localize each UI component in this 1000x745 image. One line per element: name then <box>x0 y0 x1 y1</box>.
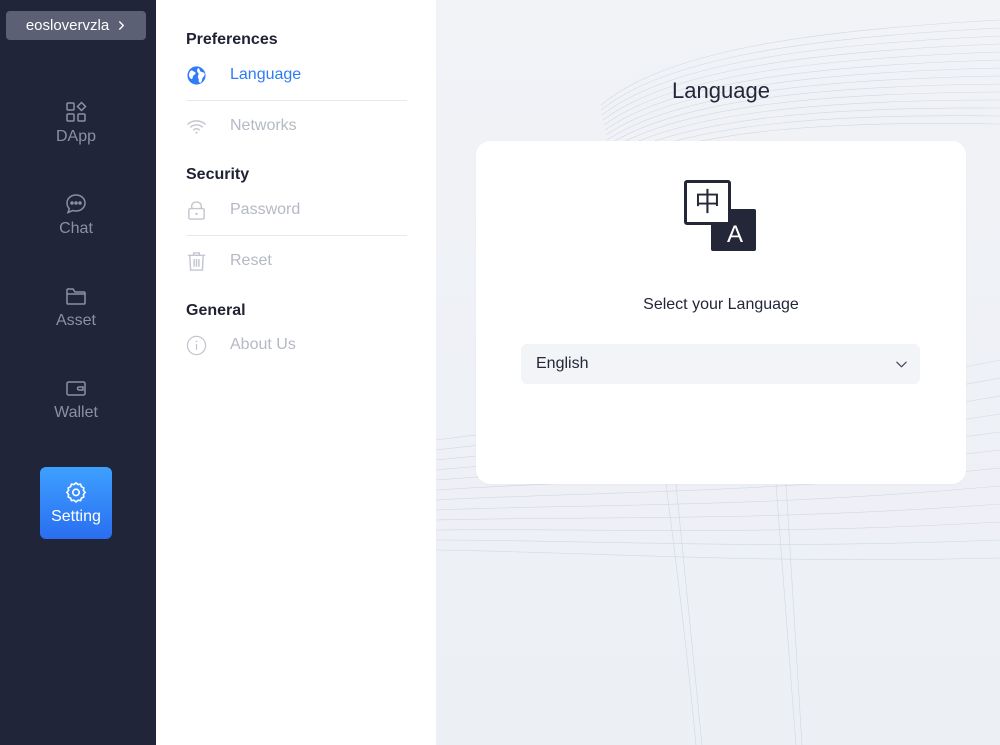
nav-label-wallet: Wallet <box>54 404 98 421</box>
account-name: eoslovervzla <box>25 17 110 34</box>
lock-icon <box>186 200 207 221</box>
nav-item-chat[interactable]: Chat <box>40 179 112 251</box>
language-select[interactable]: English <box>521 344 920 384</box>
nav-item-dapp[interactable]: DApp <box>40 87 112 159</box>
wallet-icon <box>66 381 86 396</box>
settings-menu: Preferences Language Networks Security P… <box>156 0 436 745</box>
menu-label-reset: Reset <box>230 252 272 269</box>
translate-icon-top-glyph: 中 <box>694 188 720 218</box>
menu-item-about-us[interactable]: About Us <box>186 320 407 370</box>
info-icon <box>186 335 207 356</box>
chevron-right-icon <box>119 21 125 30</box>
language-select-value: English <box>536 355 589 372</box>
page-title: Language <box>672 78 770 103</box>
nav-item-setting[interactable]: Setting <box>40 467 112 539</box>
chat-bubble-icon <box>66 194 86 214</box>
menu-label-networks: Networks <box>230 117 297 134</box>
account-switcher-button[interactable]: eoslovervzla <box>6 11 146 40</box>
nav-label-dapp: DApp <box>55 128 97 145</box>
nav-item-asset[interactable]: Asset <box>40 271 112 343</box>
menu-item-reset[interactable]: Reset <box>186 236 407 286</box>
sidebar: eoslovervzla DApp Chat Asset Wallet Sett… <box>0 0 156 745</box>
gear-icon <box>66 482 86 503</box>
nav-label-setting: Setting <box>51 508 101 525</box>
section-title-preferences: Preferences <box>186 31 278 48</box>
nav-item-wallet[interactable]: Wallet <box>40 363 112 435</box>
nav-label-chat: Chat <box>59 220 93 237</box>
nav-label-asset: Asset <box>55 312 96 329</box>
language-card: 中 A Select your Language English <box>476 141 966 484</box>
folder-icon <box>66 288 86 305</box>
menu-label-password: Password <box>230 201 301 218</box>
select-language-label: Select your Language <box>643 296 799 313</box>
menu-label-about-us: About Us <box>230 336 296 353</box>
wifi-icon <box>186 116 207 137</box>
menu-item-language[interactable]: Language <box>186 50 407 100</box>
menu-item-password[interactable]: Password <box>186 185 407 235</box>
translate-icon-bottom-glyph: A <box>727 221 743 248</box>
dapp-grid-icon <box>66 101 87 122</box>
section-title-general: General <box>186 302 246 319</box>
chevron-down-icon <box>896 361 907 367</box>
section-title-security: Security <box>186 166 250 183</box>
trash-icon <box>186 251 207 272</box>
globe-icon <box>186 65 207 86</box>
translate-icon: 中 A <box>684 180 756 251</box>
menu-item-networks[interactable]: Networks <box>186 101 407 151</box>
menu-label-language: Language <box>230 66 302 83</box>
main-content: Language 中 A Select your Language Englis… <box>436 0 1000 745</box>
